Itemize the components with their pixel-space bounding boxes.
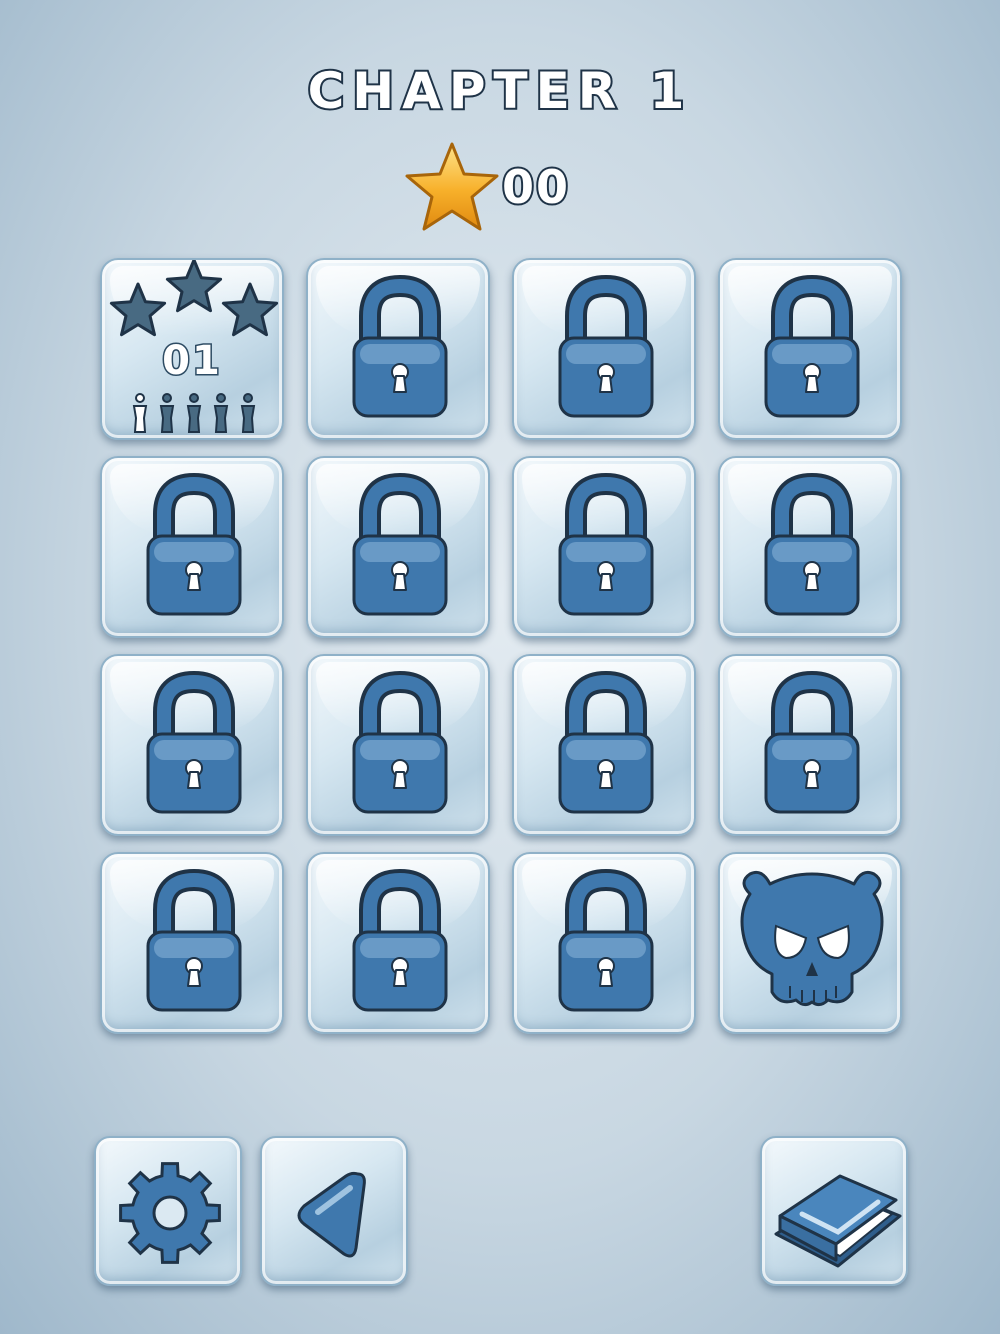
- level-tile-boss[interactable]: [718, 852, 902, 1034]
- level-tile-locked[interactable]: [306, 258, 490, 440]
- star-total: 00: [402, 140, 602, 232]
- person-icon: [159, 393, 175, 433]
- person-icon: [132, 393, 148, 433]
- lock-icon: [352, 472, 448, 616]
- star-icon: [221, 282, 279, 337]
- lock-icon: [352, 670, 448, 814]
- person-icon: [213, 393, 229, 433]
- level-tile-locked[interactable]: [512, 654, 696, 836]
- star-icon: [165, 260, 223, 313]
- person-icon: [240, 393, 256, 433]
- lock-icon: [764, 274, 860, 418]
- person-icon: [186, 393, 202, 433]
- level-tile-locked[interactable]: [100, 456, 284, 638]
- level-tile-locked[interactable]: [718, 258, 902, 440]
- level-number: 01: [161, 337, 222, 386]
- gear-icon: [119, 1162, 221, 1264]
- lock-icon: [146, 868, 242, 1012]
- level-tile-locked[interactable]: [100, 852, 284, 1034]
- lock-icon: [558, 472, 654, 616]
- level-tile-locked[interactable]: [512, 258, 696, 440]
- back-arrow-icon: [297, 1171, 366, 1258]
- book-button[interactable]: [760, 1136, 908, 1286]
- level-tile-locked[interactable]: [306, 852, 490, 1034]
- star-icon: [405, 142, 499, 231]
- lock-icon: [558, 274, 654, 418]
- star-icon: [109, 282, 167, 337]
- level-tile-1[interactable]: 01: [100, 258, 284, 440]
- level-tile-locked[interactable]: [100, 654, 284, 836]
- lock-icon: [558, 868, 654, 1012]
- lock-icon: [146, 472, 242, 616]
- lock-icon: [352, 274, 448, 418]
- level-tile-locked[interactable]: [306, 654, 490, 836]
- lock-icon: [764, 472, 860, 616]
- level-tile-locked[interactable]: [306, 456, 490, 638]
- star-count: 00: [500, 158, 571, 216]
- skull-icon: [740, 870, 884, 1007]
- book-icon: [774, 1174, 902, 1268]
- settings-button[interactable]: [94, 1136, 242, 1286]
- lock-icon: [764, 670, 860, 814]
- level-tile-locked[interactable]: [718, 654, 902, 836]
- level-tile-locked[interactable]: [718, 456, 902, 638]
- lock-icon: [352, 868, 448, 1012]
- level-tile-locked[interactable]: [512, 456, 696, 638]
- chapter-title: CHAPTER 1: [306, 60, 693, 122]
- lock-icon: [558, 670, 654, 814]
- lock-icon: [146, 670, 242, 814]
- level-tile-locked[interactable]: [512, 852, 696, 1034]
- back-button[interactable]: [260, 1136, 408, 1286]
